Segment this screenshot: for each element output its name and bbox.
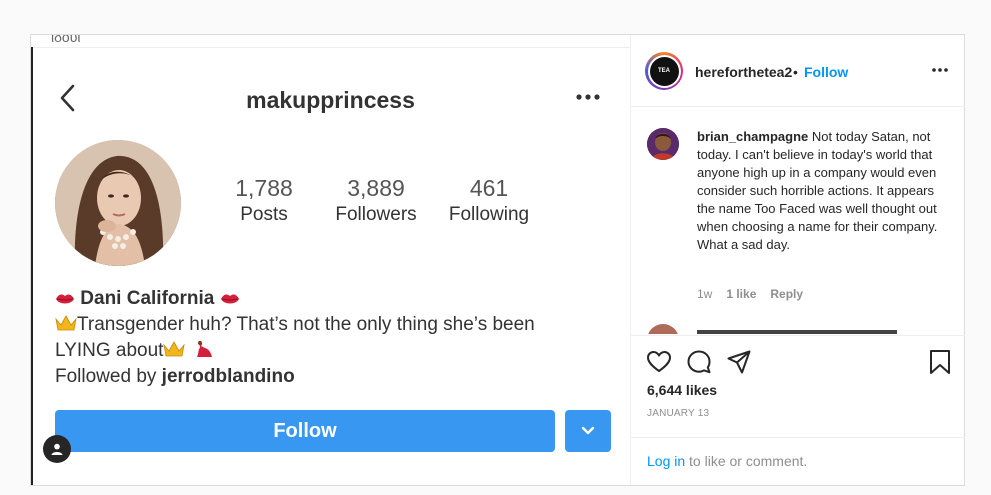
share-icon[interactable] xyxy=(726,349,752,375)
instagram-post: ιδουι makupprincess 1,788 Posts 3,889 Fo… xyxy=(30,34,965,486)
bio-name: Dani California xyxy=(80,288,215,309)
commenter-avatar[interactable] xyxy=(647,128,679,160)
divider xyxy=(31,47,630,48)
profile-bio: Dani California Transgender huh? That’s … xyxy=(55,286,535,390)
stat-followers-label: Followers xyxy=(335,204,417,225)
profile-avatar xyxy=(55,140,181,266)
comments-list[interactable]: brian_champagne Not today Satan, not tod… xyxy=(631,108,965,334)
login-prompt-text: to like or comment. xyxy=(685,453,808,469)
stat-followers-count: 3,889 xyxy=(347,175,405,201)
suggestions-dropdown-button[interactable] xyxy=(565,410,611,452)
comment-body: brian_champagne Not today Satan, not tod… xyxy=(697,128,952,254)
bookmark-icon[interactable] xyxy=(927,349,953,375)
comment-icon[interactable] xyxy=(686,349,712,375)
comment-text: Not today Satan, not today. I can't beli… xyxy=(697,129,938,252)
header-follow-button[interactable]: Follow xyxy=(804,64,848,80)
comment-likes[interactable]: 1 like xyxy=(726,287,756,301)
login-link[interactable]: Log in xyxy=(647,453,685,469)
author-username[interactable]: hereforthetea2 xyxy=(695,64,792,80)
stat-posts-count: 1,788 xyxy=(235,175,293,201)
next-commenter-avatar[interactable] xyxy=(647,324,679,334)
author-avatar-frame: TEA xyxy=(647,54,681,88)
stat-following-count: 461 xyxy=(469,175,509,201)
crown-icon xyxy=(55,315,77,331)
comment-time[interactable]: 1w xyxy=(697,287,712,301)
followed-by-prefix: Followed by xyxy=(55,366,162,387)
cropped-status-text: ιδουι xyxy=(51,35,81,45)
profile-username: makupprincess xyxy=(246,87,415,113)
separator-dot: • xyxy=(793,64,798,80)
commenter-portrait xyxy=(647,128,679,160)
next-comment-cropped xyxy=(697,324,957,334)
comment-reply-button[interactable]: Reply xyxy=(770,287,803,301)
post-media[interactable]: ιδουι makupprincess 1,788 Posts 3,889 Fo… xyxy=(31,35,630,485)
stat-posts[interactable]: 1,788 Posts xyxy=(227,175,301,226)
dancer-icon xyxy=(196,341,212,357)
comment-meta: 1w 1 like Reply xyxy=(697,287,803,301)
bio-line-3: LYING about xyxy=(55,340,164,361)
stat-posts-label: Posts xyxy=(240,204,288,225)
bio-line-2: Transgender huh? That’s not the only thi… xyxy=(77,314,535,335)
avatar-portrait xyxy=(55,140,181,266)
user-icon xyxy=(51,443,63,455)
more-options-icon[interactable] xyxy=(575,87,601,107)
chevron-down-icon xyxy=(581,426,595,435)
kiss-lips-icon xyxy=(220,294,239,304)
account-badge[interactable] xyxy=(43,435,71,463)
comment-username[interactable]: brian_champagne xyxy=(697,129,808,144)
author-avatar[interactable]: TEA xyxy=(645,52,683,90)
post-date[interactable]: JANUARY 13 xyxy=(647,408,709,419)
kiss-lips-icon xyxy=(56,294,74,304)
more-options-icon[interactable] xyxy=(931,66,949,74)
stat-following[interactable]: 461 Following xyxy=(441,175,537,226)
profile-follow-button[interactable]: Follow xyxy=(55,410,555,452)
stat-following-label: Following xyxy=(448,204,530,225)
likes-count[interactable]: 6,644 likes xyxy=(647,382,717,398)
author-avatar-image: TEA xyxy=(649,56,679,86)
post-actions: 6,644 likes JANUARY 13 xyxy=(631,335,965,435)
login-prompt: Log in to like or comment. xyxy=(631,437,965,485)
stat-followers[interactable]: 3,889 Followers xyxy=(327,175,425,226)
post-side-panel: TEA hereforthetea2 • Follow brian_champa… xyxy=(630,35,965,485)
post-header: TEA hereforthetea2 • Follow xyxy=(631,35,965,107)
heart-icon[interactable] xyxy=(646,349,672,375)
crown-icon xyxy=(163,341,186,357)
followed-by-user[interactable]: jerrodblandino xyxy=(162,366,295,387)
